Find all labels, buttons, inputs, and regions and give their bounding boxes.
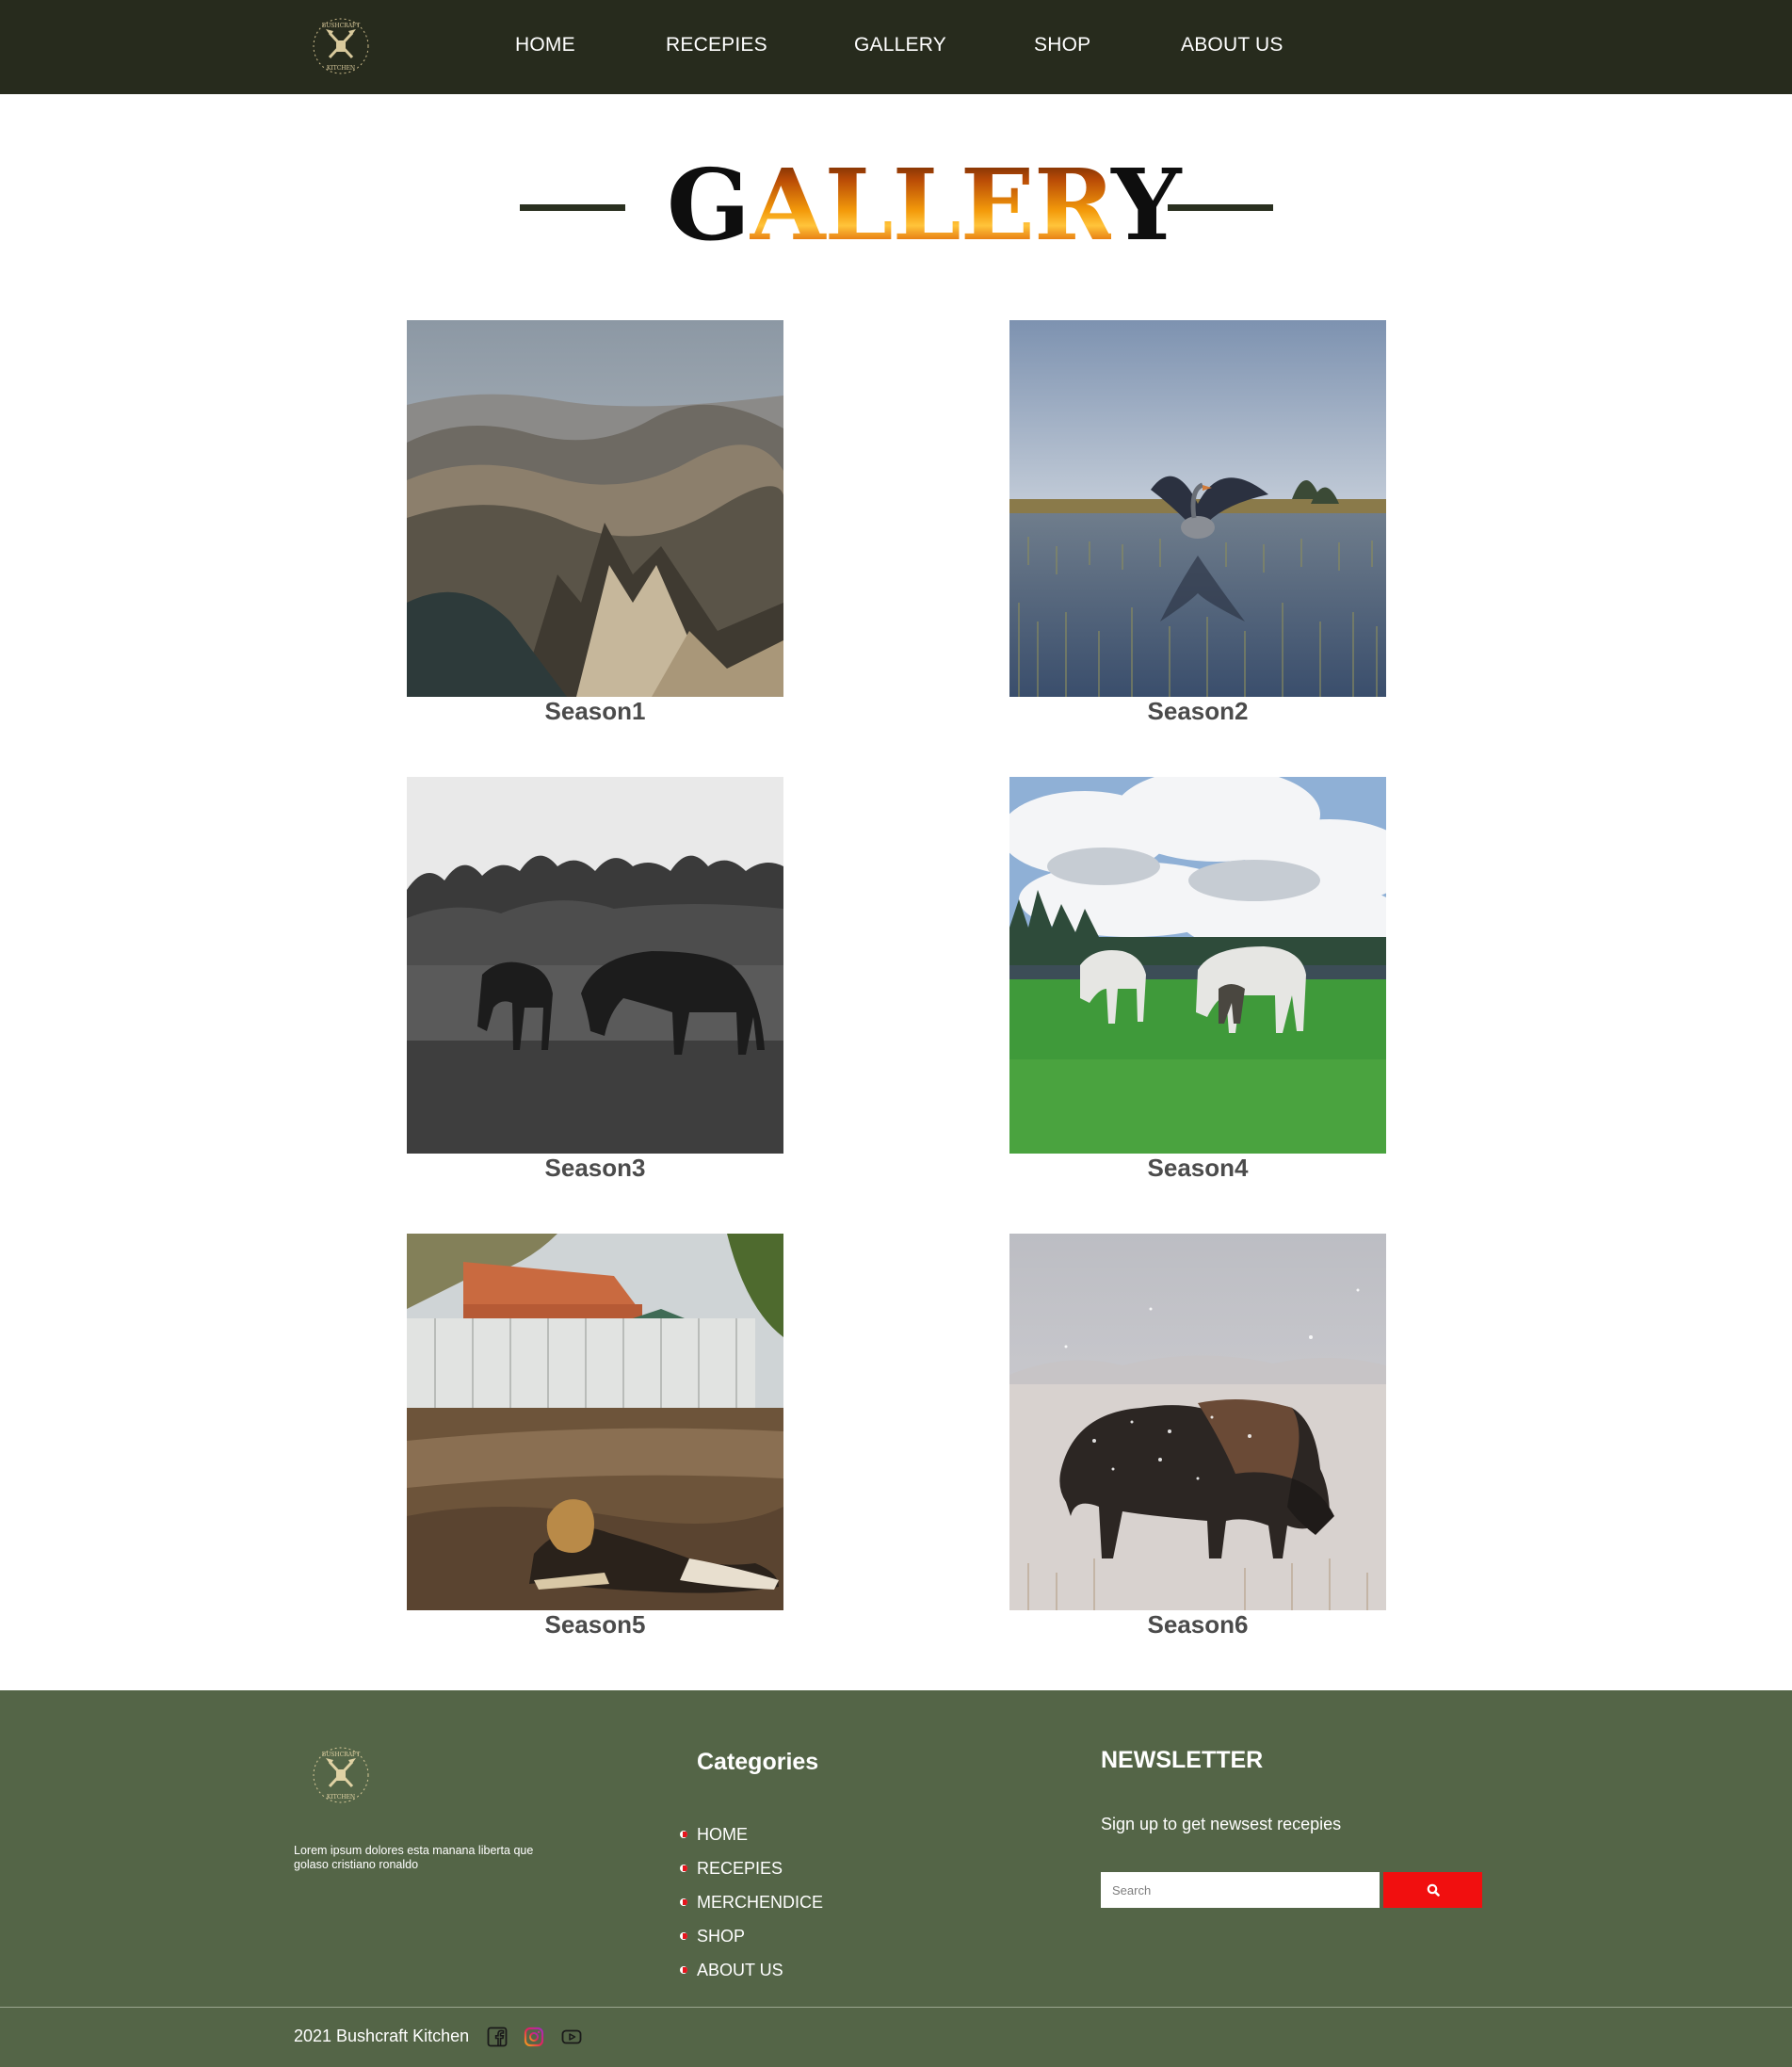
nav-home[interactable]: HOME [515, 34, 575, 57]
site-logo[interactable]: BUSHCRAFT KITCHEN [311, 16, 371, 76]
instagram-icon[interactable] [524, 2027, 544, 2047]
svg-text:KITCHEN: KITCHEN [327, 1794, 355, 1801]
youtube-icon[interactable] [561, 2027, 582, 2047]
copyright-text: 2021 Bushcraft Kitchen [294, 2027, 470, 2045]
svg-text:KITCHEN: KITCHEN [327, 65, 355, 72]
gallery-caption: Season6 [1147, 1610, 1249, 1639]
footer-link-label: MERCHENDICE [697, 1893, 824, 1912]
footer-link-label: ABOUT US [697, 1961, 783, 1979]
page-title-fire-part: ALLER [749, 147, 1112, 263]
gallery-photo-bw-horses[interactable] [407, 777, 783, 1154]
newsletter-search-input[interactable] [1101, 1872, 1380, 1908]
footer-link-label: SHOP [697, 1927, 746, 1946]
gallery-photo-goose[interactable] [1009, 320, 1386, 697]
bullet-icon [680, 1932, 687, 1940]
bullet-icon [680, 1898, 687, 1906]
title-decoration-left [520, 204, 625, 211]
facebook-icon[interactable] [487, 2027, 508, 2047]
nav-recepies[interactable]: RECEPIES [666, 34, 767, 57]
footer-link-label: HOME [697, 1825, 748, 1844]
gallery-photo-mountains[interactable] [407, 320, 783, 697]
gallery-caption: Season3 [544, 1154, 646, 1182]
gallery-caption: Season1 [544, 697, 646, 725]
gallery-photo-white-horses[interactable] [1009, 777, 1386, 1154]
page-title-part: G [667, 147, 751, 263]
footer-divider [0, 2007, 1792, 2008]
svg-text:BUSHCRAFT: BUSHCRAFT [322, 1752, 360, 1758]
newsletter-heading: NEWSLETTER [1101, 1747, 1264, 1773]
footer-logo[interactable]: BUSHCRAFT KITCHEN [311, 1745, 371, 1805]
bullet-icon [680, 1966, 687, 1974]
nav-shop[interactable]: SHOP [1034, 34, 1090, 57]
top-navigation-bar: BUSHCRAFT KITCHEN HOME RECEPIES GALLERY … [0, 0, 1792, 94]
newsletter-search-button[interactable] [1383, 1872, 1482, 1908]
bullet-icon [680, 1831, 687, 1838]
footer-link-label: RECEPIES [697, 1859, 783, 1878]
site-footer [0, 1690, 1792, 2067]
bullet-icon [680, 1865, 687, 1872]
gallery-photo-bison[interactable] [1009, 1234, 1386, 1610]
search-icon [1427, 1883, 1440, 1897]
page-title: GALLERY [667, 147, 1182, 263]
newsletter-description: Sign up to get newsest recepies [1101, 1815, 1342, 1833]
gallery-caption: Season5 [544, 1610, 646, 1639]
gallery-photo-dog[interactable] [407, 1234, 783, 1610]
categories-heading: Categories [697, 1749, 819, 1775]
gallery-caption: Season4 [1147, 1154, 1249, 1182]
title-decoration-right [1168, 204, 1273, 211]
nav-gallery[interactable]: GALLERY [854, 34, 946, 57]
svg-text:BUSHCRAFT: BUSHCRAFT [322, 23, 360, 29]
footer-about-text: Lorem ipsum dolores esta manana liberta … [294, 1844, 534, 1871]
gallery-caption: Season2 [1147, 697, 1249, 725]
nav-about-us[interactable]: ABOUT US [1181, 34, 1283, 57]
